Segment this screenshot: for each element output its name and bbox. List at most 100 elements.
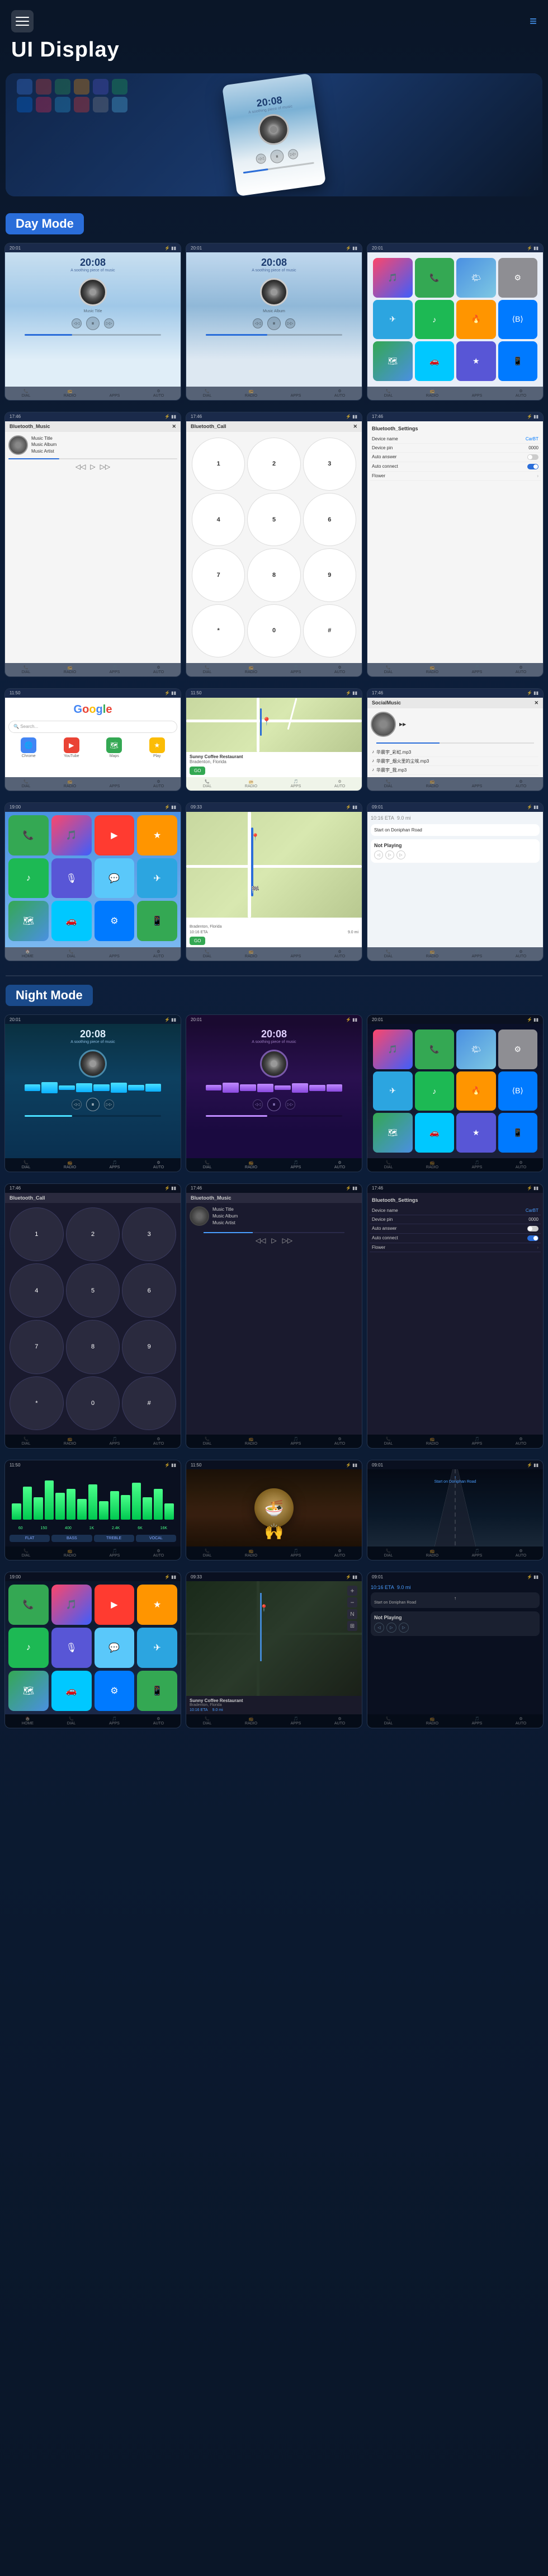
cp-app2[interactable]: 🎙 [51,858,92,899]
night-app-settings[interactable]: ⚙ [498,1030,538,1069]
song-item-2[interactable]: ♪ 华晨宇_烟火里的尘埃.mp3 [372,757,538,766]
night-dial-2[interactable]: 2 [66,1207,120,1262]
night-bt-play[interactable]: ▷ [271,1237,276,1244]
google-search-bar[interactable]: 🔍 Search... [8,721,177,733]
prev-btn-2[interactable]: ◁◁ [253,318,263,328]
night-auto-answer-toggle[interactable] [527,1226,538,1231]
app-bt[interactable]: ⟨B⟩ [498,300,538,340]
dial-star[interactable]: * [192,604,245,657]
app-blue[interactable]: 📱 [498,341,538,381]
dial-6[interactable]: 6 [303,493,356,546]
app-telegram[interactable]: ✈ [373,300,413,340]
np-prev[interactable]: ◁ [374,850,383,859]
cp-settings[interactable]: ⚙ [95,901,135,941]
night-dial-hash[interactable]: # [122,1376,176,1431]
go-button[interactable]: GO [190,767,205,775]
dial-3[interactable]: 3 [303,438,356,491]
ncp-app1[interactable]: ★ [137,1585,177,1625]
dial-hash[interactable]: # [303,604,356,657]
hamburger-icon[interactable] [11,10,34,32]
cp-podcast[interactable]: ▶ [95,815,135,855]
night-app-weather[interactable]: 🌤 [456,1030,496,1069]
song-item-3[interactable]: ♪ 华晨宇_我.mp3 [372,766,538,775]
cp-app1[interactable]: ★ [137,815,177,855]
play-btn[interactable]: ⏸ [86,317,100,330]
night-np-play[interactable]: ▷ [386,1623,396,1633]
dial-1[interactable]: 1 [192,438,245,491]
north-up[interactable]: N [347,1609,357,1619]
ncp-telegram[interactable]: ✈ [137,1628,177,1668]
ncp-app2[interactable]: 🎙 [51,1628,92,1668]
layer-btn[interactable]: ⊞ [347,1621,357,1631]
bt-play[interactable]: ▷ [90,463,95,471]
night-play-1[interactable]: ⏸ [86,1098,100,1111]
app-purple[interactable]: ★ [456,341,496,381]
bt-prev[interactable]: ◁◁ [75,463,86,471]
night-app-music[interactable]: 🎵 [373,1030,413,1069]
night-dial-1[interactable]: 1 [10,1207,64,1262]
night-bt-next[interactable]: ▷▷ [282,1237,292,1244]
cp-app4[interactable]: 📱 [137,901,177,941]
night-app-blue[interactable]: 📱 [498,1113,538,1153]
night-play-2[interactable]: ⏸ [267,1098,281,1111]
prev-btn[interactable]: ◁◁ [72,318,82,328]
dial-5[interactable]: 5 [247,493,300,546]
ncp-music[interactable]: 🎵 [51,1585,92,1625]
ncp-app3[interactable]: 💬 [95,1628,135,1668]
app-music[interactable]: 🎵 [373,258,413,298]
dial-7[interactable]: 7 [192,548,245,601]
menu-icon[interactable]: ≡ [530,14,537,29]
ncp-phone[interactable]: 📞 [8,1585,49,1625]
cp-app3[interactable]: 💬 [95,858,135,899]
cp-phone[interactable]: 📞 [8,815,49,855]
night-dial-star[interactable]: * [10,1376,64,1431]
zoom-in[interactable]: + [347,1586,357,1596]
ncp-waze[interactable]: 🚗 [51,1671,92,1711]
song-item-1[interactable]: ♪ 华晨宇_彩虹.mp3 [372,748,538,757]
night-app-bt[interactable]: ⟨B⟩ [498,1071,538,1111]
dial-4[interactable]: 4 [192,493,245,546]
ncp-app4[interactable]: 📱 [137,1671,177,1711]
ncp-podcast[interactable]: ▶ [95,1585,135,1625]
night-app-waze[interactable]: 🚗 [415,1113,455,1153]
ncp-maps[interactable]: 🗺 [8,1671,49,1711]
ncp-spotify[interactable]: ♪ [8,1628,49,1668]
dial-2[interactable]: 2 [247,438,300,491]
zoom-out[interactable]: − [347,1597,357,1607]
play-btn-2[interactable]: ⏸ [267,317,281,330]
night-dial-4[interactable]: 4 [10,1263,64,1318]
night-dial-3[interactable]: 3 [122,1207,176,1262]
night-dial-7[interactable]: 7 [10,1320,64,1374]
ncp-settings[interactable]: ⚙ [95,1671,135,1711]
night-dial-9[interactable]: 9 [122,1320,176,1374]
dial-9[interactable]: 9 [303,548,356,601]
night-prev-1[interactable]: ◁◁ [72,1099,82,1110]
bt-next[interactable]: ▷▷ [100,463,110,471]
night-dial-8[interactable]: 8 [66,1320,120,1374]
night-prev-2[interactable]: ◁◁ [253,1099,263,1110]
app-waze[interactable]: 🚗 [415,341,455,381]
night-app-purple[interactable]: ★ [456,1113,496,1153]
app-phone[interactable]: 📞 [415,258,455,298]
night-app-phone[interactable]: 📞 [415,1030,455,1069]
go-button-2[interactable]: GO [190,937,205,945]
auto-answer-toggle[interactable] [527,454,538,460]
night-app-telegram[interactable]: ✈ [373,1071,413,1111]
cp-spotify[interactable]: ♪ [8,858,49,899]
np-play[interactable]: ▷ [385,850,394,859]
cp-maps[interactable]: 🗺 [8,901,49,941]
dial-8[interactable]: 8 [247,548,300,601]
auto-connect-toggle[interactable] [527,464,538,469]
next-btn[interactable]: ▷▷ [104,318,114,328]
app-settings[interactable]: ⚙ [498,258,538,298]
night-bt-prev[interactable]: ◁◁ [256,1237,266,1244]
np-next[interactable]: ▷ [396,850,405,859]
night-app-spotify[interactable]: ♪ [415,1071,455,1111]
night-dial-6[interactable]: 6 [122,1263,176,1318]
dial-0[interactable]: 0 [247,604,300,657]
cp-waze[interactable]: 🚗 [51,901,92,941]
next-btn-2[interactable]: ▷▷ [285,318,295,328]
night-next-1[interactable]: ▷▷ [104,1099,114,1110]
night-dial-0[interactable]: 0 [66,1376,120,1431]
night-next-2[interactable]: ▷▷ [285,1099,295,1110]
